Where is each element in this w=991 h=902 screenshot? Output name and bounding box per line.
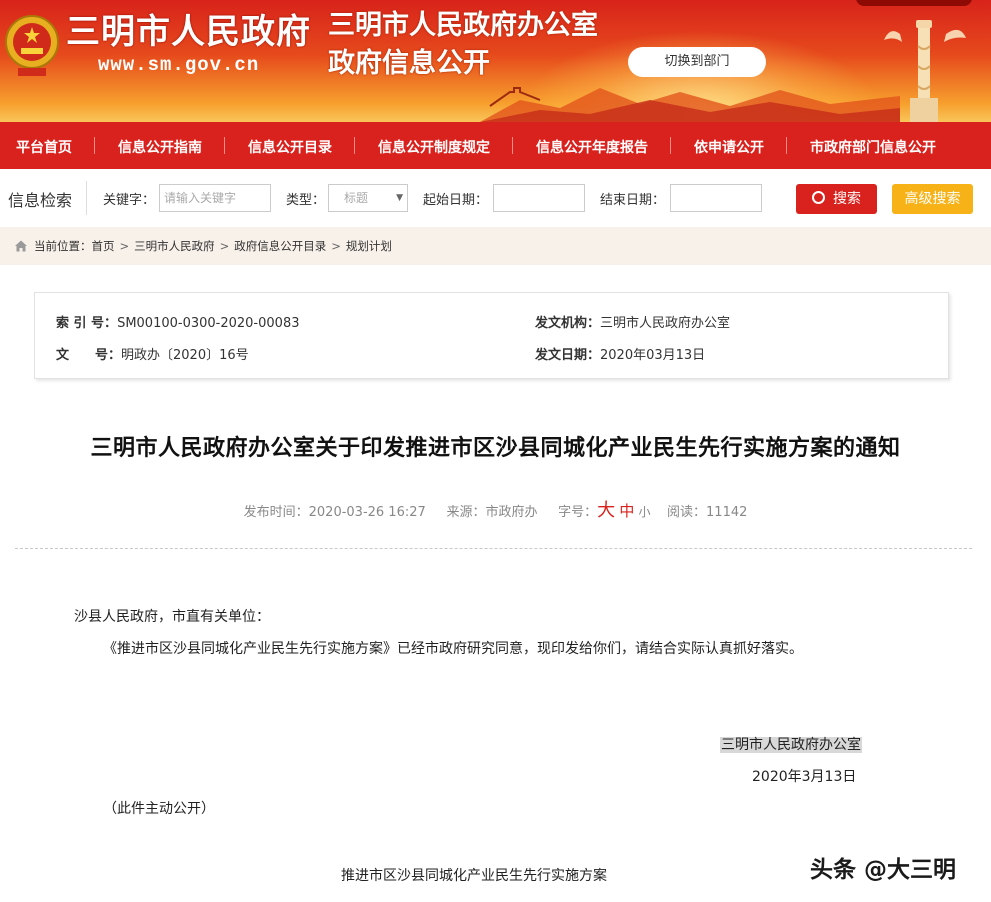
end-date-label: 结束日期： [600,193,666,208]
start-date-label: 起始日期： [423,193,489,208]
advanced-search-button[interactable]: 高级搜索 [892,184,973,214]
nav-item-regulations[interactable]: 信息公开制度规定 [378,137,490,157]
breadcrumb: 当前位置： 首页 > 三明市人民政府 > 政府信息公开目录 > 规划计划 [0,227,991,265]
issue-date-label: 发文日期： [535,348,601,363]
divider [86,181,87,215]
search-button-label: 搜索 [833,191,861,207]
document-title: 三明市人民政府办公室关于印发推进市区沙县同城化产业民生先行实施方案的通知 [90,436,901,461]
type-label: 类型： [286,193,326,208]
search-button[interactable]: 搜索 [796,184,877,214]
breadcrumb-link-city-gov[interactable]: 三明市人民政府 [134,238,215,254]
index-number-value: SM00100-0300-2020-00083 [117,316,300,331]
publish-time-label: 发布时间： [243,505,309,520]
breadcrumb-link-catalog[interactable]: 政府信息公开目录 [234,238,326,254]
document-number: 文 号：明政办〔2020〕16号 [56,344,249,363]
type-select-value: 标题 [344,191,369,205]
office-title: 三明市人民政府办公室 [328,10,598,41]
breadcrumb-prefix: 当前位置： [34,239,92,253]
font-size-medium-button[interactable]: 中 [619,502,634,520]
main-nav: 平台首页 信息公开指南 信息公开目录 信息公开制度规定 信息公开年度报告 依申请… [0,122,991,169]
signature-office-text: 三明市人民政府办公室 [720,737,862,753]
chevron-down-icon: ▼ [396,193,403,203]
nav-separator [512,137,513,154]
issue-date: 发文日期：2020年03月13日 [535,344,705,363]
font-size-label: 字号： [558,505,598,520]
breadcrumb-link-home[interactable]: 首页 [92,238,115,254]
issuing-agency: 发文机构：三明市人民政府办公室 [535,312,730,331]
nav-item-departments[interactable]: 市政府部门信息公开 [810,137,936,157]
nav-separator [224,137,225,154]
nav-item-annual-report[interactable]: 信息公开年度报告 [536,137,648,157]
attachment-title: 推进市区沙县同城化产业民生先行实施方案 [341,868,607,884]
site-url: www.sm.gov.cn [98,54,260,76]
document-paragraph: 《推进市区沙县同城化产业民生先行实施方案》已经市政府研究同意，现印发给你们，请结… [103,641,803,657]
nav-item-home[interactable]: 平台首页 [16,137,72,157]
nav-item-catalog[interactable]: 信息公开目录 [248,137,332,157]
nav-separator [94,137,95,154]
disclosure-note: （此件主动公开） [103,801,215,817]
huabiao-pillar-icon [884,20,966,122]
breadcrumb-link-planning[interactable]: 规划计划 [346,238,392,254]
font-size-small-button[interactable]: 小 [638,505,650,519]
document-metadata: 索 引 号：SM00100-0300-2020-00083 发文机构：三明市人民… [34,292,949,379]
office-subtitle: 政府信息公开 [328,48,490,79]
nav-separator [670,137,671,154]
index-number: 索 引 号：SM00100-0300-2020-00083 [56,312,299,331]
nav-item-guide[interactable]: 信息公开指南 [118,137,202,157]
great-wall-illustration [480,87,900,122]
start-date-input[interactable] [493,184,585,212]
national-emblem-icon [5,15,59,76]
font-size-large-button[interactable]: 大 [597,500,615,521]
views-value: 11142 [706,505,748,520]
document-info-line: 发布时间：2020-03-26 16:27 来源：市政府办 字号：大 中 小 阅… [0,496,991,522]
signature-office: 三明市人民政府办公室 [720,734,862,754]
home-icon [15,240,27,252]
site-name: 三明市人民政府 [66,12,311,52]
publish-time-value: 2020-03-26 16:27 [308,505,426,520]
search-title: 信息检索 [8,191,73,210]
breadcrumb-separator: > [119,239,130,253]
document-number-value: 明政办〔2020〕16号 [121,348,249,363]
end-date-input[interactable] [670,184,762,212]
source-value: 市政府办 [485,505,538,520]
source-label: 来源： [446,505,486,520]
breadcrumb-separator: > [219,239,230,253]
document-salutation: 沙县人民政府，市直有关单位： [74,609,270,625]
search-bar: 信息检索 关键字： 请输入关键字 类型： 标题 ▼ 起始日期： 结束日期： 搜索… [0,169,991,227]
type-select[interactable]: 标题 ▼ [328,184,408,212]
keyword-input[interactable]: 请输入关键字 [159,184,271,212]
keyword-label: 关键字： [103,193,156,208]
nav-separator [354,137,355,154]
breadcrumb-separator: > [331,239,341,253]
nav-separator [786,137,787,154]
views-label: 阅读： [667,505,707,520]
issuing-agency-label: 发文机构： [535,316,601,331]
site-banner: 三明市人民政府 www.sm.gov.cn 三明市人民政府办公室 政府信息公开 … [0,0,991,122]
issuing-agency-value: 三明市人民政府办公室 [600,316,731,331]
issue-date-value: 2020年03月13日 [600,348,706,363]
document-number-label: 文 号： [56,348,122,363]
index-number-label: 索 引 号： [56,316,118,331]
nav-item-apply[interactable]: 依申请公开 [694,137,764,157]
divider [15,548,972,549]
signature-date: 2020年3月13日 [752,769,857,785]
watermark: 头条 @大三明 [810,857,957,883]
search-icon [812,191,825,204]
switch-department-button[interactable]: 切换到部门 [628,47,766,77]
